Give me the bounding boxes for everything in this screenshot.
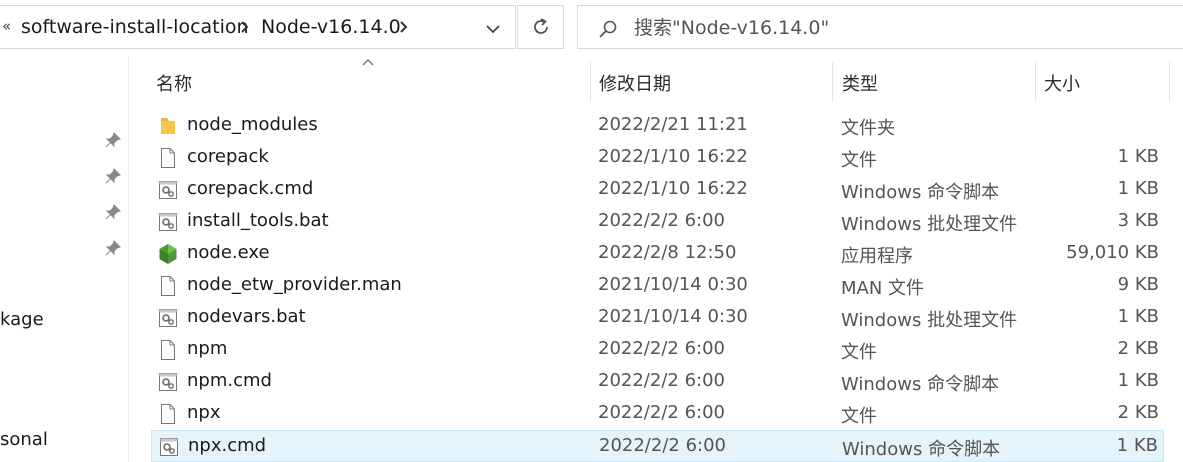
nodejs-icon: [158, 243, 178, 265]
file-modified-date: 2022/2/8 12:50: [598, 242, 737, 263]
file-icon: [158, 275, 178, 297]
file-modified-date: 2021/10/14 0:30: [598, 274, 748, 295]
navigation-pane: kage sonal: [0, 56, 129, 462]
file-size: 2 KB: [1117, 402, 1159, 423]
file-icon: [158, 403, 178, 425]
file-name[interactable]: npx: [187, 402, 221, 423]
overflow-chevron-icon[interactable]: «: [2, 17, 11, 35]
chevron-down-icon[interactable]: [484, 20, 502, 38]
file-modified-date: 2022/2/2 6:00: [598, 210, 725, 231]
file-row[interactable]: node_etw_provider.man 2021/10/14 0:30 MAN …: [151, 270, 1164, 302]
file-modified-date: 2022/2/2 6:00: [599, 435, 726, 456]
folder-icon: [158, 115, 178, 137]
script-gear-icon: [159, 436, 179, 458]
nav-item-package[interactable]: kage: [0, 309, 44, 330]
file-name[interactable]: corepack: [187, 146, 269, 167]
file-type: Windows 命令脚本: [841, 182, 1000, 203]
column-header-type[interactable]: 类型: [842, 70, 878, 96]
file-icon: [158, 147, 178, 169]
file-name[interactable]: install_tools.bat: [187, 210, 329, 231]
file-type: 文件: [841, 342, 877, 363]
refresh-icon: [534, 18, 548, 34]
file-type: Windows 命令脚本: [841, 374, 1000, 395]
column-header-name[interactable]: 名称: [156, 70, 192, 96]
breadcrumb-separator-icon[interactable]: [397, 17, 409, 37]
column-header-row: 名称 修改日期 类型 大小: [128, 56, 1183, 106]
script-gear-icon: [158, 307, 178, 329]
search-icon: [599, 20, 617, 38]
file-row[interactable]: corepack 2022/1/10 16:22 文件 1 KB: [151, 142, 1164, 174]
pin-icon[interactable]: [105, 168, 121, 184]
file-row[interactable]: nodevars.bat 2021/10/14 0:30 Windows 批处理文件…: [151, 302, 1164, 334]
file-name[interactable]: corepack.cmd: [187, 178, 313, 199]
file-row[interactable]: npm.cmd 2022/2/2 6:00 Windows 命令脚本 1 KB: [151, 366, 1164, 398]
column-divider[interactable]: [832, 62, 833, 102]
file-type: Windows 批处理文件: [841, 214, 1018, 235]
file-name[interactable]: nodevars.bat: [187, 306, 306, 327]
file-size: 2 KB: [1117, 338, 1159, 359]
file-size: 1 KB: [1117, 306, 1159, 327]
pin-icon[interactable]: [105, 240, 121, 256]
file-type: 文件: [841, 406, 877, 427]
file-name[interactable]: node_modules: [187, 114, 318, 135]
file-modified-date: 2022/2/2 6:00: [598, 338, 725, 359]
file-type: 文件: [841, 150, 877, 171]
file-size: 1 KB: [1117, 178, 1159, 199]
column-divider[interactable]: [1169, 62, 1170, 102]
file-type: Windows 命令脚本: [842, 439, 1001, 460]
file-size: 1 KB: [1116, 435, 1158, 456]
search-input[interactable]: [634, 14, 1154, 42]
file-type: 应用程序: [841, 246, 913, 267]
file-name[interactable]: node.exe: [187, 242, 270, 263]
address-bar[interactable]: « software-install-location Node-v16.14.…: [0, 5, 516, 49]
breadcrumb-software-install-location[interactable]: software-install-location: [21, 16, 249, 38]
file-modified-date: 2022/1/10 16:22: [598, 146, 748, 167]
file-name[interactable]: npm.cmd: [187, 370, 272, 391]
toolbar: « software-install-location Node-v16.14.…: [0, 0, 1183, 56]
column-header-size[interactable]: 大小: [1044, 70, 1080, 96]
script-gear-icon: [158, 371, 178, 393]
column-divider[interactable]: [1035, 62, 1036, 102]
file-name[interactable]: npm: [187, 338, 227, 359]
file-size: 1 KB: [1117, 146, 1159, 167]
file-size: 3 KB: [1117, 210, 1159, 231]
script-gear-icon: [158, 211, 178, 233]
file-row[interactable]: install_tools.bat 2022/2/2 6:00 Windows 批处…: [151, 206, 1164, 238]
file-modified-date: 2022/2/2 6:00: [598, 402, 725, 423]
script-gear-icon: [158, 179, 178, 201]
file-row[interactable]: node.exe 2022/2/8 12:50 应用程序 59,010 KB: [151, 238, 1164, 270]
file-row[interactable]: node_modules 2022/2/21 11:21 文件夹: [151, 110, 1164, 142]
file-name[interactable]: npx.cmd: [188, 435, 266, 456]
refresh-button[interactable]: [517, 5, 564, 49]
file-name[interactable]: node_etw_provider.man: [187, 274, 402, 295]
file-modified-date: 2022/1/10 16:22: [598, 178, 748, 199]
file-modified-date: 2022/2/2 6:00: [598, 370, 725, 391]
file-type: 文件夹: [841, 118, 895, 139]
file-row[interactable]: corepack.cmd 2022/1/10 16:22 Windows 命令脚本 1…: [151, 174, 1164, 206]
column-divider[interactable]: [590, 62, 591, 102]
file-modified-date: 2021/10/14 0:30: [598, 306, 748, 327]
nav-item-personal[interactable]: sonal: [0, 429, 48, 450]
file-modified-date: 2022/2/21 11:21: [598, 114, 748, 135]
file-row[interactable]: npx.cmd 2022/2/2 6:00 Windows 命令脚本 1 KB: [151, 430, 1164, 462]
file-size: 1 KB: [1117, 370, 1159, 391]
sort-ascending-icon: [362, 59, 374, 66]
file-type: Windows 批处理文件: [841, 310, 1018, 331]
file-row[interactable]: npm 2022/2/2 6:00 文件 2 KB: [151, 334, 1164, 366]
breadcrumb-node-v16[interactable]: Node-v16.14.0: [261, 16, 401, 38]
file-size: 59,010 KB: [1066, 242, 1159, 263]
file-size: 9 KB: [1117, 274, 1159, 295]
file-type: MAN 文件: [841, 278, 925, 299]
pin-icon[interactable]: [105, 204, 121, 220]
pin-icon[interactable]: [105, 132, 121, 148]
breadcrumb-separator-icon[interactable]: [238, 17, 250, 37]
search-box[interactable]: [577, 5, 1183, 49]
column-header-date[interactable]: 修改日期: [599, 70, 671, 96]
file-icon: [158, 339, 178, 361]
file-row[interactable]: npx 2022/2/2 6:00 文件 2 KB: [151, 398, 1164, 430]
